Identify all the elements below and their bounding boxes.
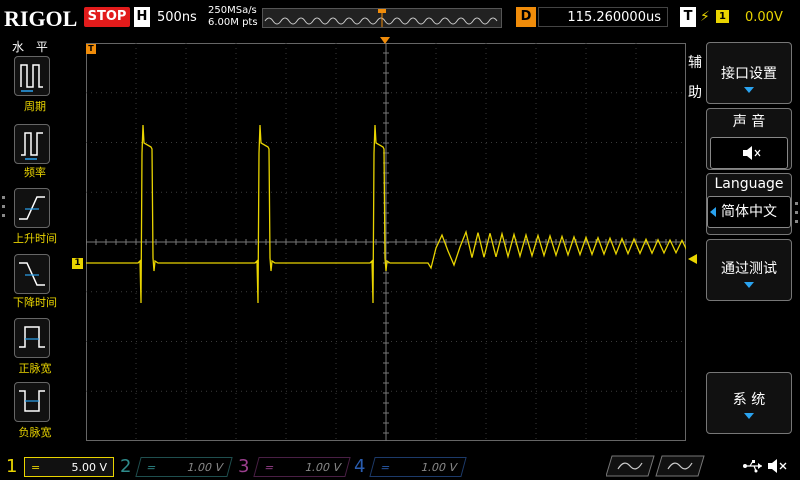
menu-title-char-1: 辅 [688,55,702,71]
channel2-scale[interactable]: = 1.00 V [135,457,233,477]
frequency-icon [21,132,43,160]
channel3-number[interactable]: 3 [238,456,249,477]
channel-status-bar: 1 = 5.00 V 2 = 1.00 V 3 = 1.00 V 4 = 1.0… [0,452,800,480]
channel1-scale[interactable]: = 5.00 V [24,457,114,477]
memory-waveform-preview [264,9,498,27]
trigger-time-marker-icon[interactable] [380,37,390,44]
language-value: 简体中文 [721,204,777,220]
trigger-level[interactable]: 0.00V [745,10,783,25]
measure-panel: 水 平 周期 频率 上升时间 下降时间 正脉宽 负脉宽 [0,36,70,452]
measure-rise-time-button[interactable] [14,188,50,228]
measure-negative-width-label: 负脉宽 [18,426,52,439]
channel2-scale-value: 1.00 V [185,461,225,474]
measure-period-label: 周期 [24,100,46,113]
trigger-edge-icon: ⚡ [700,9,710,25]
measure-positive-width-label: 正脉宽 [18,362,52,375]
channel1-scale-value: 5.00 V [71,461,107,474]
pass-fail-label: 通过测试 [721,261,777,277]
usb-icon [743,460,762,473]
system-button[interactable]: 系 统 [706,372,792,434]
chevron-down-icon [744,413,754,419]
memory-track[interactable] [262,8,502,28]
scroll-dots-left [2,196,5,217]
fall-time-icon [19,262,45,286]
sound-setting[interactable]: 声 音 [706,108,792,170]
negative-width-icon [19,390,45,412]
measure-fall-time-button[interactable] [14,254,50,294]
timebase-badge: H [134,7,150,27]
chevron-left-icon [710,207,716,217]
channel1-number[interactable]: 1 [6,456,17,477]
language-select[interactable]: 简体中文 [707,196,791,228]
timebase-value[interactable]: 500ns [157,10,197,25]
scroll-dots-right [795,202,798,223]
memory-depth: 6.00M pts [208,17,258,28]
sample-rate: 250MSa/s [208,5,257,16]
trigger-level-marker-icon[interactable] [688,254,697,264]
measure-negative-width-button[interactable] [14,382,50,422]
dc-coupling-icon: = [145,461,158,474]
rise-time-icon [19,196,45,220]
interface-settings-button[interactable]: 接口设置 [706,42,792,104]
channel1-offset-marker[interactable]: 1 [72,258,83,269]
math-ref-tabs[interactable] [606,455,706,477]
trigger-source: 1 [716,10,729,23]
channel3-scale-value: 1.00 V [303,461,343,474]
channel3-scale[interactable]: = 1.00 V [253,457,351,477]
chevron-down-icon [744,87,754,93]
delay-value[interactable]: 115.260000us [538,7,668,27]
graticule [85,42,689,441]
measure-frequency-label: 频率 [24,166,46,179]
language-setting[interactable]: Language 简体中文 [706,173,792,235]
waveform-display[interactable] [85,42,689,441]
measure-category-title: 水 平 [12,40,52,54]
speaker-mute-icon [743,146,761,160]
measure-frequency-button[interactable] [14,124,50,164]
chevron-down-icon [744,282,754,288]
top-status-bar: RIGOL STOP H 500ns 250MSa/s 6.00M pts D … [0,0,800,36]
dc-coupling-icon: = [379,461,392,474]
trigger-badge: T [680,7,696,27]
channel4-scale[interactable]: = 1.00 V [369,457,467,477]
trigger-position-marker[interactable]: T [86,44,96,54]
measure-fall-time-label: 下降时间 [13,296,57,309]
channel4-number[interactable]: 4 [354,456,365,477]
sound-title: 声 音 [732,114,766,130]
dc-coupling-icon: = [31,461,41,474]
measure-rise-time-label: 上升时间 [13,232,57,245]
interface-settings-label: 接口设置 [721,66,777,82]
language-title: Language [714,176,784,192]
menu-title-char-2: 助 [688,85,702,101]
positive-width-icon [19,326,45,348]
channel4-scale-value: 1.00 V [419,461,459,474]
brand-logo: RIGOL [4,6,78,31]
delay-badge: D [516,7,536,27]
channel2-number[interactable]: 2 [120,456,131,477]
period-icon [20,64,43,92]
speaker-mute-icon [768,459,787,473]
dc-coupling-icon: = [263,461,276,474]
run-stop-status[interactable]: STOP [84,7,130,27]
sound-toggle[interactable] [710,137,788,169]
measure-period-button[interactable] [14,56,50,96]
system-label: 系 统 [732,392,766,408]
measure-positive-width-button[interactable] [14,318,50,358]
pass-fail-button[interactable]: 通过测试 [706,239,792,301]
